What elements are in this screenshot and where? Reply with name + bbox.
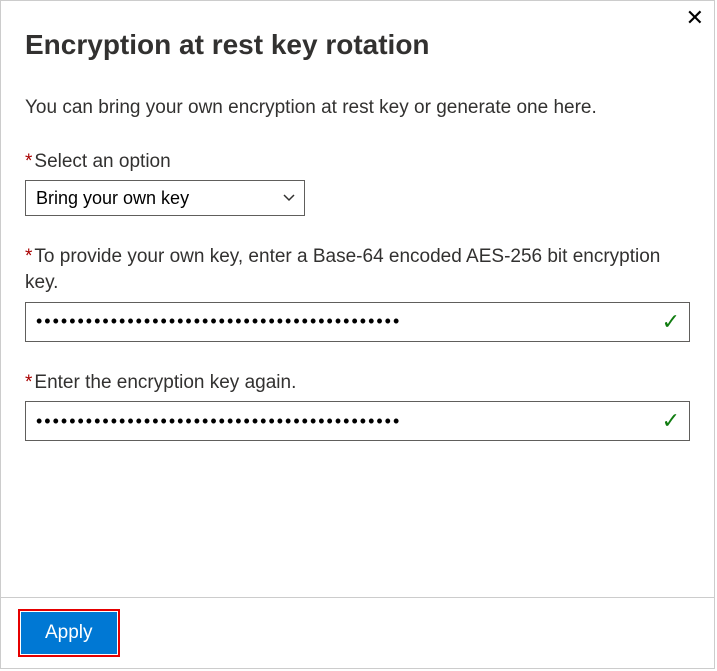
key-field-group: *To provide your own key, enter a Base-6… (25, 244, 690, 341)
apply-button[interactable]: Apply (21, 612, 117, 654)
key-confirm-input-wrapper: ✓ (25, 401, 690, 441)
encryption-key-confirm-input[interactable] (25, 401, 690, 441)
select-wrapper: Bring your own key (25, 180, 305, 216)
key-rotation-dialog: ✕ Encryption at rest key rotation You ca… (0, 0, 715, 669)
option-select[interactable]: Bring your own key (25, 180, 305, 216)
select-option-group: *Select an option Bring your own key (25, 149, 690, 217)
dialog-description: You can bring your own encryption at res… (25, 95, 690, 121)
dialog-footer: Apply (1, 597, 714, 668)
key-confirm-field-label-text: Enter the encryption key again. (34, 372, 296, 393)
close-icon[interactable]: ✕ (686, 7, 704, 29)
key-field-label: *To provide your own key, enter a Base-6… (25, 244, 690, 295)
required-indicator: * (25, 372, 32, 393)
encryption-key-input[interactable] (25, 302, 690, 342)
dialog-content: Encryption at rest key rotation You can … (1, 1, 714, 597)
checkmark-icon: ✓ (662, 408, 680, 434)
select-option-label: *Select an option (25, 149, 690, 175)
dialog-title: Encryption at rest key rotation (25, 29, 690, 61)
required-indicator: * (25, 246, 32, 267)
required-indicator: * (25, 151, 32, 172)
key-confirm-field-label: *Enter the encryption key again. (25, 370, 690, 396)
checkmark-icon: ✓ (662, 309, 680, 335)
select-option-label-text: Select an option (34, 151, 170, 172)
key-confirm-field-group: *Enter the encryption key again. ✓ (25, 370, 690, 442)
key-input-wrapper: ✓ (25, 302, 690, 342)
key-field-label-text: To provide your own key, enter a Base-64… (25, 246, 660, 293)
